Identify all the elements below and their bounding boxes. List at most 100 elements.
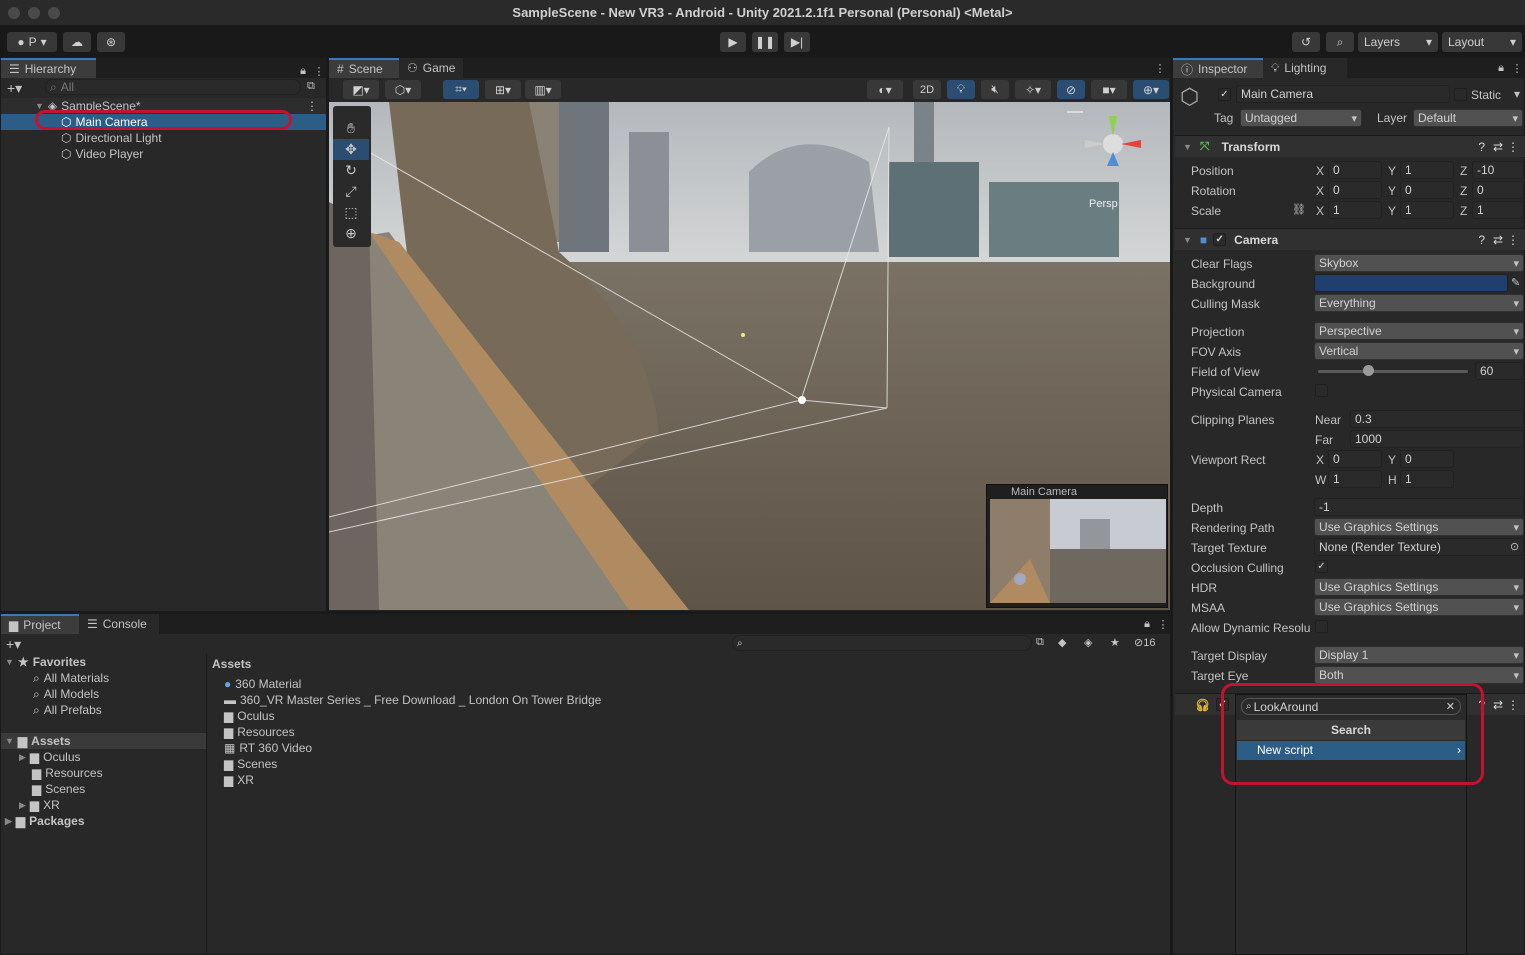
viewport-y-field[interactable]: 0	[1400, 450, 1454, 468]
search-icon[interactable]: ⌕	[1326, 32, 1354, 52]
favorites-item[interactable]: ⌕ All Models	[33, 686, 99, 702]
object-name-field[interactable]: Main Camera	[1236, 85, 1450, 103]
position-x-field[interactable]: 0	[1328, 161, 1382, 179]
tab-inspector[interactable]: ⓘ Inspector	[1173, 58, 1263, 78]
tab-hierarchy[interactable]: ☰ Hierarchy	[1, 58, 96, 78]
depth-field[interactable]: -1	[1314, 498, 1524, 516]
clear-flags-dropdown[interactable]: Skybox	[1314, 254, 1524, 272]
gizmo-sphere-icon[interactable]: ◐▾	[867, 80, 903, 99]
static-checkbox[interactable]	[1454, 88, 1467, 101]
assets-folder[interactable]: ▼ ▆ Assets	[1, 733, 206, 749]
help-icon[interactable]: ?	[1478, 140, 1485, 154]
active-checkbox[interactable]: ✓	[1218, 88, 1231, 101]
search-options-icon[interactable]: ⧉	[307, 80, 315, 93]
far-clip-field[interactable]: 1000	[1350, 430, 1524, 448]
eyedropper-icon[interactable]: ✎	[1511, 276, 1520, 289]
transform-tool-icon[interactable]: ⊕	[333, 223, 369, 244]
rotation-z-field[interactable]: 0	[1472, 181, 1524, 199]
audio-toggle-icon[interactable]: 🔇︎	[981, 80, 1009, 99]
increment-snap-icon[interactable]: ▥▾	[525, 80, 561, 99]
camera-settings-dropdown[interactable]: ■▾	[1091, 80, 1127, 99]
move-tool-icon[interactable]: ✥	[333, 139, 369, 160]
layers-dropdown[interactable]: Layers ▾	[1358, 32, 1438, 52]
asset-item[interactable]: ▆ XR	[224, 772, 254, 788]
lock-icon[interactable]: 🔒︎	[1492, 58, 1510, 78]
kebab-menu-icon[interactable]: ⋮	[1507, 140, 1519, 154]
history-icon[interactable]: ↺	[1292, 32, 1320, 52]
label-icon[interactable]: ◈	[1084, 636, 1092, 649]
create-asset-button[interactable]: +▾	[6, 636, 21, 653]
favorite-star-icon[interactable]: ★	[1110, 636, 1120, 649]
asset-item[interactable]: ▆ Resources	[224, 724, 295, 740]
kebab-menu-icon[interactable]: ⋮	[1507, 233, 1519, 247]
project-search-input[interactable]: ⌕	[732, 635, 1032, 651]
tag-dropdown[interactable]: Untagged	[1240, 109, 1362, 127]
camera-header[interactable]: ▼ ■ ✓ Camera ? ⇄ ⋮	[1175, 228, 1525, 250]
tab-lighting[interactable]: 💡︎ Lighting	[1263, 58, 1347, 78]
scale-tool-icon[interactable]: ⤢	[333, 181, 369, 202]
presets-icon[interactable]: ⇄	[1493, 233, 1503, 247]
kebab-menu-icon[interactable]: ⋮	[1507, 698, 1519, 712]
draw-mode-dropdown[interactable]: ◩▾	[343, 80, 379, 99]
object-picker-icon[interactable]: ⊙	[1510, 540, 1519, 553]
scale-x-field[interactable]: 1	[1328, 201, 1382, 219]
target-texture-field[interactable]: None (Render Texture)	[1314, 538, 1524, 556]
rect-tool-icon[interactable]: ⬚	[333, 202, 369, 223]
packages-folder[interactable]: ▶ ▆ Packages	[5, 813, 85, 829]
gizmos-dropdown[interactable]: ⊕▾	[1133, 80, 1169, 99]
presets-icon[interactable]: ⇄	[1493, 140, 1503, 154]
grid-snap-icon[interactable]: ⊞▾	[485, 80, 521, 99]
viewport-w-field[interactable]: 1	[1328, 470, 1382, 488]
fov-axis-dropdown[interactable]: Vertical	[1314, 342, 1524, 360]
mode-2d-toggle[interactable]: 2D	[913, 80, 941, 99]
presets-icon[interactable]: ⇄	[1493, 698, 1503, 712]
camera-enabled-checkbox[interactable]: ✓	[1213, 233, 1227, 246]
allow-dynamic-resolution-checkbox[interactable]	[1315, 620, 1328, 633]
occlusion-culling-checkbox[interactable]: ✓	[1315, 560, 1328, 573]
scene-viewport[interactable]: Persp ✋︎ ✥ ↻ ⤢ ⬚ ⊕ Main Camera	[329, 102, 1170, 610]
pause-button[interactable]: ❚❚	[752, 32, 778, 52]
scene-menu-icon[interactable]: ⋮	[306, 99, 318, 113]
cloud-icon[interactable]: ☁	[63, 32, 91, 52]
rotation-x-field[interactable]: 0	[1328, 181, 1382, 199]
kebab-menu-icon[interactable]: ⋮	[1510, 58, 1524, 78]
collab-icon[interactable]: ⊛	[97, 32, 125, 52]
filter-type-icon[interactable]: ◆	[1058, 636, 1066, 649]
physical-camera-checkbox[interactable]	[1315, 384, 1328, 397]
search-options-icon[interactable]: ⧉	[1036, 636, 1044, 649]
lock-icon[interactable]: 🔒︎	[1138, 614, 1156, 634]
shading-dropdown[interactable]: ⬡▾	[385, 80, 421, 99]
play-button[interactable]: ▶	[720, 32, 746, 52]
position-z-field[interactable]: -10	[1472, 161, 1524, 179]
near-clip-field[interactable]: 0.3	[1350, 410, 1524, 428]
constrain-proportions-icon[interactable]: ⛓	[1292, 203, 1306, 216]
asset-item[interactable]: ● 360 Material	[224, 676, 301, 692]
viewport-x-field[interactable]: 0	[1328, 450, 1382, 468]
rendering-path-dropdown[interactable]: Use Graphics Settings	[1314, 518, 1524, 536]
culling-mask-dropdown[interactable]: Everything	[1314, 294, 1524, 312]
background-color-field[interactable]	[1314, 274, 1508, 292]
tree-folder-oculus[interactable]: ▶ ▆ Oculus	[19, 749, 81, 765]
asset-item[interactable]: ▦ RT 360 Video	[224, 740, 312, 756]
transform-header[interactable]: ▼ ⤧ Transform ? ⇄ ⋮	[1175, 135, 1525, 157]
rotate-tool-icon[interactable]: ↻	[333, 160, 369, 181]
hand-tool-icon[interactable]: ✋︎	[333, 118, 369, 139]
hdr-dropdown[interactable]: Use Graphics Settings	[1314, 578, 1524, 596]
static-dropdown-icon[interactable]: ▾	[1514, 87, 1520, 101]
projection-dropdown[interactable]: Perspective	[1314, 322, 1524, 340]
kebab-menu-icon[interactable]: ⋮	[312, 65, 326, 78]
tab-scene[interactable]: # Scene	[329, 58, 399, 78]
scale-y-field[interactable]: 1	[1400, 201, 1454, 219]
perspective-label[interactable]: Persp	[1089, 198, 1118, 210]
tab-console[interactable]: ☰ Console	[79, 614, 159, 634]
layout-dropdown[interactable]: Layout ▾	[1442, 32, 1522, 52]
hierarchy-search-input[interactable]: ⌕ All	[45, 79, 301, 95]
move-snap-icon[interactable]: ⌗▾	[443, 80, 479, 99]
layer-dropdown[interactable]: Default	[1413, 109, 1523, 127]
fov-slider-track[interactable]	[1318, 370, 1468, 373]
fov-slider-thumb[interactable]	[1362, 365, 1374, 376]
rotation-y-field[interactable]: 0	[1400, 181, 1454, 199]
effects-dropdown[interactable]: ✧▾	[1015, 80, 1051, 99]
viewport-h-field[interactable]: 1	[1400, 470, 1454, 488]
favorites-folder[interactable]: ▼ ★ Favorites	[5, 654, 86, 670]
